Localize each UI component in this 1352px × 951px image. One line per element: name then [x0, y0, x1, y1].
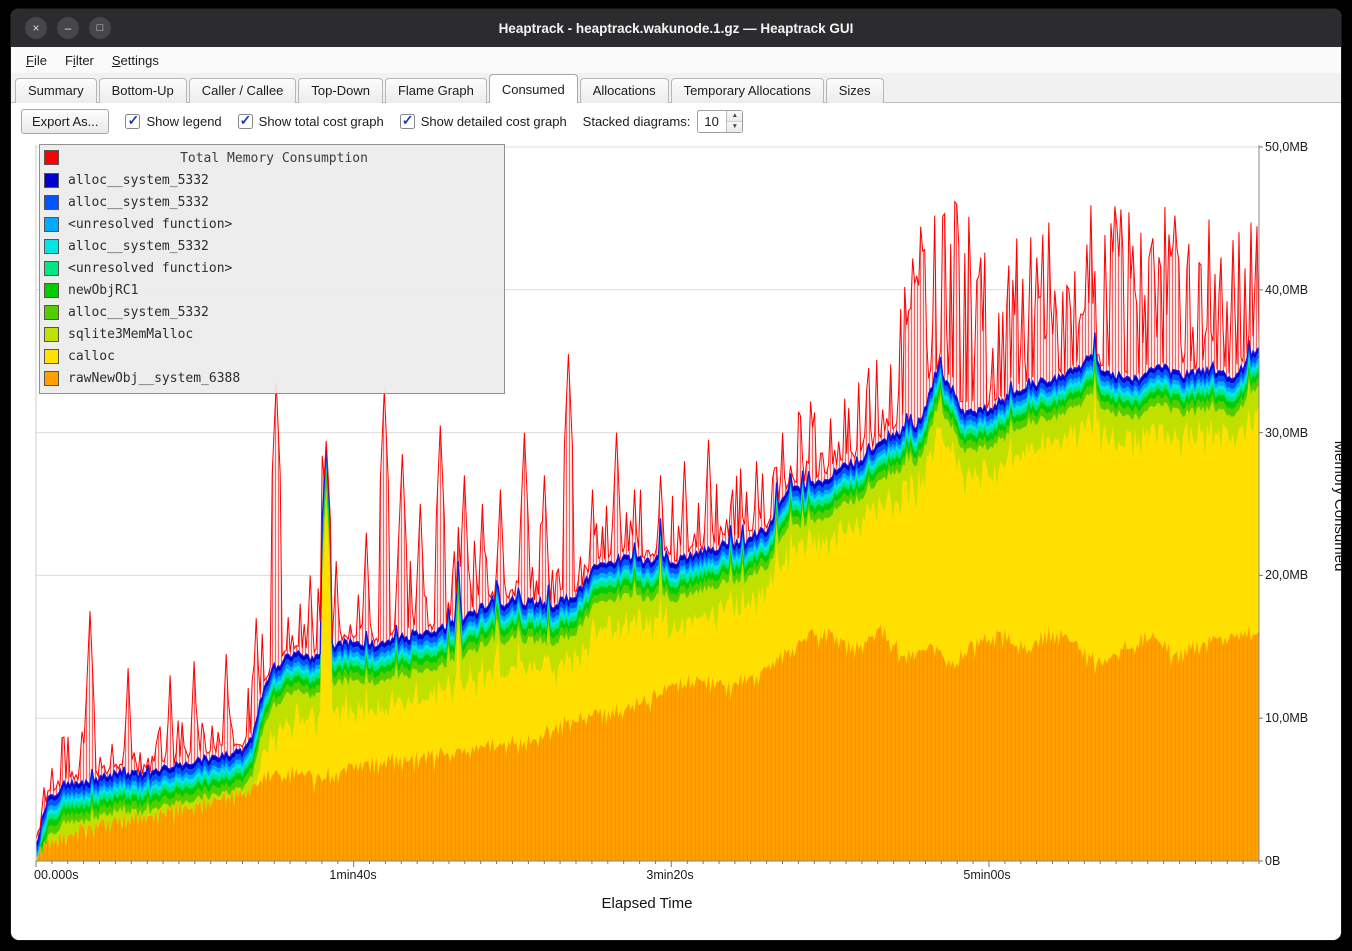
- tab-flame-graph[interactable]: Flame Graph: [385, 78, 487, 103]
- menu-filter[interactable]: Filter: [56, 50, 103, 71]
- stacked-diagrams-label: Stacked diagrams:: [583, 114, 691, 129]
- legend-swatch: [44, 173, 59, 188]
- menu-settings[interactable]: Settings: [103, 50, 168, 71]
- tab-top-down[interactable]: Top-Down: [298, 78, 383, 103]
- maximize-button[interactable]: □: [89, 17, 111, 39]
- y-tick-0: 0B: [1265, 854, 1280, 868]
- x-tick-0: 00.000s: [34, 868, 78, 882]
- legend-swatch: [44, 283, 59, 298]
- legend-item: <unresolved function>: [40, 257, 504, 279]
- legend-item: alloc__system_5332: [40, 169, 504, 191]
- app-window: × – □ Heaptrack - heaptrack.wakunode.1.g…: [10, 8, 1342, 941]
- tab-consumed[interactable]: Consumed: [489, 74, 578, 103]
- legend-item: alloc__system_5332: [40, 301, 504, 323]
- minimize-icon: –: [65, 21, 72, 35]
- checkbox-label: Show detailed cost graph: [421, 114, 567, 129]
- checkbox-box: [238, 114, 253, 129]
- legend-item: <unresolved function>: [40, 213, 504, 235]
- y-tick-10: 10,0MB: [1265, 711, 1308, 725]
- legend-swatch: [44, 371, 59, 386]
- spin-up-icon: ▲: [732, 112, 738, 119]
- spin-down-button[interactable]: ▼: [727, 121, 742, 132]
- menu-bar: File Filter Settings: [11, 47, 1341, 73]
- tab-caller-callee[interactable]: Caller / Callee: [189, 78, 297, 103]
- legend-item: rawNewObj__system_6388: [40, 367, 504, 389]
- y-axis-tick-labels: 50,0MB 40,0MB 30,0MB 20,0MB 10,0MB 0B: [1265, 140, 1308, 868]
- y-axis-title: Memory Consumed: [1331, 441, 1342, 572]
- show-total-cost-graph-checkbox[interactable]: Show total cost graph: [238, 114, 384, 129]
- legend-item: calloc: [40, 345, 504, 367]
- legend-item: alloc__system_5332: [40, 235, 504, 257]
- x-axis-tick-labels: 00.000s 1min40s 3min20s 5min00s: [34, 868, 1011, 882]
- tab-bottom-up[interactable]: Bottom-Up: [99, 78, 187, 103]
- tab-allocations[interactable]: Allocations: [580, 78, 669, 103]
- spin-up-button[interactable]: ▲: [727, 111, 742, 121]
- checkbox-label: Show legend: [146, 114, 221, 129]
- checkbox-label: Show total cost graph: [259, 114, 384, 129]
- y-tick-30: 30,0MB: [1265, 426, 1308, 440]
- legend-item: sqlite3MemMalloc: [40, 323, 504, 345]
- y-tick-50: 50,0MB: [1265, 140, 1308, 154]
- chart-legend: Total Memory Consumption alloc__system_5…: [39, 144, 505, 394]
- show-legend-checkbox[interactable]: Show legend: [125, 114, 221, 129]
- legend-swatch-total: [44, 150, 59, 165]
- title-bar: × – □ Heaptrack - heaptrack.wakunode.1.g…: [11, 9, 1341, 47]
- legend-swatch: [44, 327, 59, 342]
- checkbox-box: [125, 114, 140, 129]
- legend-item: alloc__system_5332: [40, 191, 504, 213]
- stacked-diagrams-spinbox[interactable]: 10 ▲ ▼: [697, 110, 743, 133]
- tab-bar: Summary Bottom-Up Caller / Callee Top-Do…: [11, 73, 1341, 103]
- tab-sizes[interactable]: Sizes: [826, 78, 884, 103]
- legend-swatch: [44, 349, 59, 364]
- export-as-button[interactable]: Export As...: [21, 109, 109, 134]
- checkbox-box: [400, 114, 415, 129]
- chart-toolbar: Export As... Show legend Show total cost…: [11, 103, 1341, 139]
- legend-title: Total Memory Consumption: [180, 151, 368, 166]
- y-tick-40: 40,0MB: [1265, 283, 1308, 297]
- close-button[interactable]: ×: [25, 17, 47, 39]
- legend-swatch: [44, 195, 59, 210]
- close-icon: ×: [32, 21, 39, 35]
- x-axis-title: Elapsed Time: [602, 895, 693, 912]
- stacked-diagrams-value[interactable]: 10: [698, 111, 726, 132]
- legend-title-row: Total Memory Consumption: [40, 147, 504, 169]
- legend-swatch: [44, 217, 59, 232]
- window-title: Heaptrack - heaptrack.wakunode.1.gz — He…: [11, 21, 1341, 36]
- legend-swatch: [44, 261, 59, 276]
- spin-arrows: ▲ ▼: [726, 111, 742, 132]
- maximize-icon: □: [97, 22, 104, 34]
- memory-consumption-chart[interactable]: 50,0MB 40,0MB 30,0MB 20,0MB 10,0MB 0B 00…: [11, 139, 1341, 941]
- show-detailed-cost-graph-checkbox[interactable]: Show detailed cost graph: [400, 114, 567, 129]
- x-tick-3: 5min00s: [963, 868, 1010, 882]
- y-tick-20: 20,0MB: [1265, 568, 1308, 582]
- tab-temporary-allocations[interactable]: Temporary Allocations: [671, 78, 824, 103]
- spin-down-icon: ▼: [732, 123, 738, 130]
- menu-file[interactable]: File: [17, 50, 56, 71]
- tab-summary[interactable]: Summary: [15, 78, 97, 103]
- x-tick-2: 3min20s: [646, 868, 693, 882]
- x-tick-1: 1min40s: [329, 868, 376, 882]
- legend-swatch: [44, 239, 59, 254]
- minimize-button[interactable]: –: [57, 17, 79, 39]
- legend-item: newObjRC1: [40, 279, 504, 301]
- legend-swatch: [44, 305, 59, 320]
- stacked-diagrams-group: Stacked diagrams: 10 ▲ ▼: [583, 110, 744, 133]
